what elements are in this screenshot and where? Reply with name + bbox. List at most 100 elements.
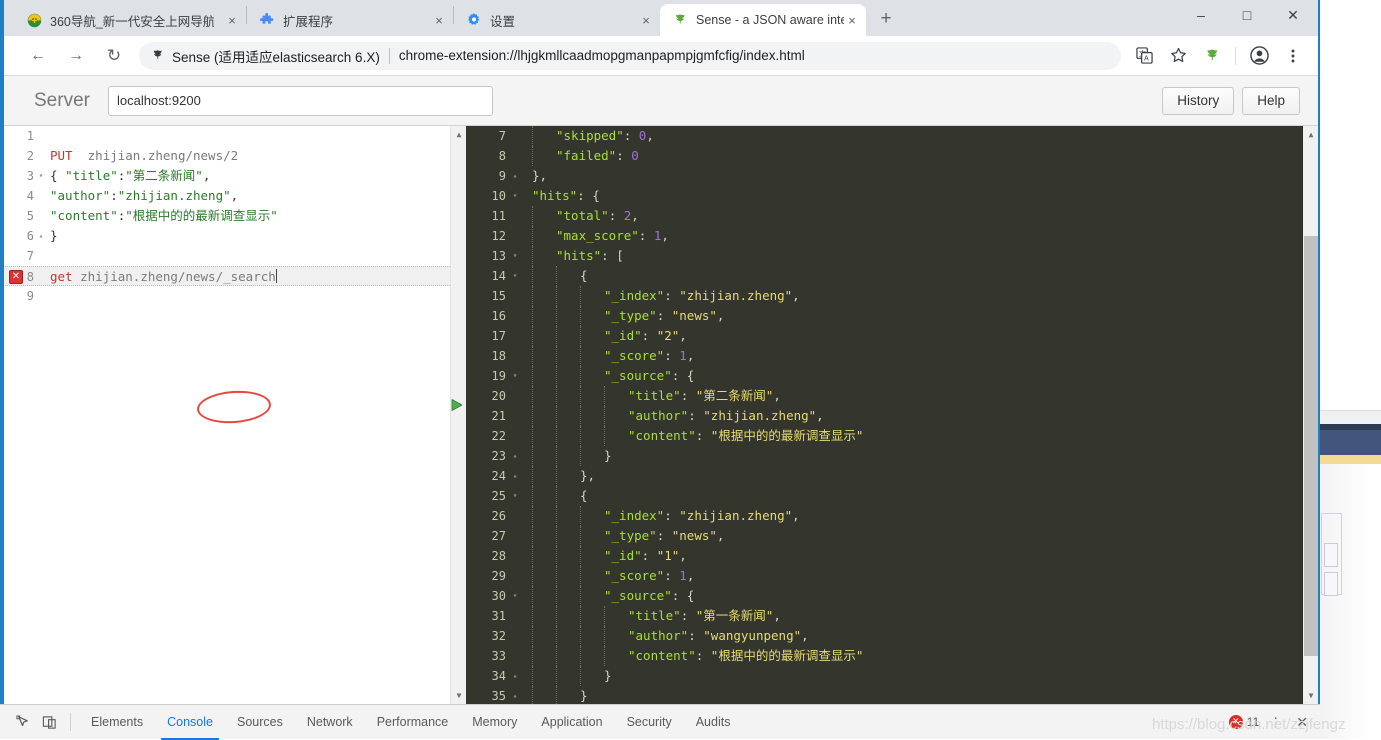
- fold-toggle-icon[interactable]: ▴: [510, 446, 520, 466]
- code-token: :: [623, 128, 639, 143]
- background-window-body: [1318, 464, 1381, 739]
- fold-toggle-icon[interactable]: ▾: [510, 246, 520, 266]
- fold-toggle-icon[interactable]: ▴: [510, 666, 520, 686]
- devtools-tab-application[interactable]: Application: [529, 705, 614, 740]
- devtools-tab-elements[interactable]: Elements: [79, 705, 155, 740]
- code-token: "total": [556, 208, 609, 223]
- indent-guide: [532, 386, 556, 406]
- browser-tab-0[interactable]: 360导航_新一代安全上网导航 ×: [14, 4, 246, 36]
- scroll-up-icon[interactable]: ▲: [451, 126, 466, 143]
- address-bar[interactable]: Sense (适用适应elasticsearch 6.X) chrome-ext…: [139, 41, 1121, 70]
- devtools-kebab-menu-icon[interactable]: ⋮: [1265, 716, 1286, 729]
- fold-toggle-icon[interactable]: ▴: [510, 466, 520, 486]
- response-line: 32 "author": "wangyunpeng",: [466, 626, 1318, 646]
- close-tab-icon[interactable]: ×: [431, 12, 447, 28]
- run-request-icon[interactable]: [450, 397, 464, 411]
- fold-toggle-icon[interactable]: ▴: [510, 686, 520, 704]
- scroll-up-icon[interactable]: ▲: [1303, 126, 1318, 143]
- indent-guide: [532, 566, 556, 586]
- new-tab-button[interactable]: +: [872, 5, 900, 33]
- error-icon: ✕: [1228, 715, 1243, 729]
- close-tab-icon[interactable]: ×: [638, 12, 654, 28]
- indent-guide: [556, 686, 580, 704]
- close-tab-icon[interactable]: ×: [844, 12, 860, 28]
- sense-leaf-icon: [672, 12, 688, 28]
- code-token: :: [110, 188, 118, 203]
- inspect-element-icon[interactable]: [10, 709, 36, 735]
- request-line[interactable]: ✕ 8 get zhijian.zheng/news/_search: [0, 266, 466, 286]
- line-number: 32: [491, 629, 506, 643]
- response-viewer[interactable]: 7 "skipped": 0, 8 "failed": 0 9 ▴}, 10 ▾ "hits":…: [466, 126, 1318, 704]
- request-line[interactable]: 2 PUT zhijian.zheng/news/2: [0, 146, 466, 166]
- line-number: 2: [26, 149, 34, 163]
- response-line: 31 "title": "第一条新闻",: [466, 606, 1318, 626]
- line-number: 31: [491, 609, 506, 623]
- indent-guide: [580, 666, 604, 686]
- fold-toggle-icon[interactable]: ▴: [510, 166, 520, 186]
- scroll-down-icon[interactable]: ▼: [1303, 687, 1318, 704]
- error-count-badge[interactable]: ✕ 11: [1228, 715, 1259, 729]
- star-icon[interactable]: [1165, 43, 1191, 69]
- help-button[interactable]: Help: [1242, 86, 1300, 115]
- devtools-tab-security[interactable]: Security: [615, 705, 684, 740]
- device-toolbar-icon[interactable]: [36, 709, 62, 735]
- close-tab-icon[interactable]: ×: [224, 12, 240, 28]
- fold-toggle-icon[interactable]: ▾: [510, 266, 520, 286]
- history-button[interactable]: History: [1162, 86, 1235, 115]
- devtools-tab-performance[interactable]: Performance: [365, 705, 461, 740]
- line-number: 28: [491, 549, 506, 563]
- response-viewer-scrollbar[interactable]: ▲ ▼: [1302, 126, 1318, 704]
- profile-avatar-icon[interactable]: [1246, 43, 1272, 69]
- kebab-menu-icon[interactable]: [1280, 43, 1306, 69]
- request-line[interactable]: 7: [0, 246, 466, 266]
- devtools-tab-memory[interactable]: Memory: [460, 705, 529, 740]
- indent-guide: [604, 626, 628, 646]
- request-editor[interactable]: 1 2 PUT zhijian.zheng/news/2 3 ▾ { "title": "第…: [0, 126, 466, 704]
- request-line[interactable]: 3 ▾{ "title":"第二条新闻",: [0, 166, 466, 186]
- fold-toggle-icon[interactable]: ▾: [36, 166, 46, 186]
- browser-tab-title: Sense - a JSON aware interface: [696, 13, 844, 27]
- scrollbar-thumb[interactable]: [1304, 236, 1318, 656]
- browser-tab-3[interactable]: Sense - a JSON aware interface ×: [660, 4, 866, 36]
- indent-guide: [580, 566, 604, 586]
- code-token: zhijian.zheng/news/_search: [80, 269, 276, 284]
- reload-button[interactable]: ↻: [100, 42, 128, 70]
- fold-toggle-icon[interactable]: ▾: [510, 186, 520, 206]
- response-line: 25 ▾ {: [466, 486, 1318, 506]
- devtools-close-icon[interactable]: ✕: [1292, 714, 1312, 731]
- fold-toggle-icon[interactable]: ▾: [510, 586, 520, 606]
- sense-extension-icon[interactable]: [1199, 43, 1225, 69]
- code-token: "failed": [556, 148, 617, 163]
- code-token: },: [580, 468, 596, 483]
- close-window-button[interactable]: ✕: [1270, 0, 1316, 30]
- server-input[interactable]: [107, 85, 493, 116]
- devtools-tab-console[interactable]: Console: [155, 705, 225, 740]
- fold-toggle-icon[interactable]: ▴: [36, 226, 46, 246]
- request-line[interactable]: 5 "content":"根据中的的最新调查显示": [0, 206, 466, 226]
- indent-guide: [532, 666, 556, 686]
- background-window-accent-strip: [1318, 455, 1381, 464]
- code-token: :: [688, 628, 704, 643]
- forward-button[interactable]: →: [62, 42, 90, 70]
- devtools-tab-audits[interactable]: Audits: [684, 705, 743, 740]
- minimize-button[interactable]: –: [1178, 0, 1224, 30]
- request-line[interactable]: 6 ▴}: [0, 226, 466, 246]
- translate-icon[interactable]: 文A: [1131, 43, 1157, 69]
- indent-guide: [604, 386, 628, 406]
- request-editor-scrollbar[interactable]: ▲ ▼: [450, 126, 466, 704]
- browser-tab-1[interactable]: 扩展程序 ×: [247, 4, 453, 36]
- devtools-tab-network[interactable]: Network: [295, 705, 365, 740]
- scroll-down-icon[interactable]: ▼: [451, 687, 466, 704]
- fold-toggle-icon[interactable]: ▾: [510, 486, 520, 506]
- request-line[interactable]: 4 "author":"zhijian.zheng",: [0, 186, 466, 206]
- fold-toggle-icon[interactable]: ▾: [510, 366, 520, 386]
- line-number: 35: [491, 689, 506, 703]
- back-button[interactable]: ←: [24, 42, 52, 70]
- browser-tab-2[interactable]: 设置 ×: [454, 4, 660, 36]
- devtools-tab-sources[interactable]: Sources: [225, 705, 295, 740]
- line-number: 10: [491, 189, 506, 203]
- maximize-button[interactable]: □: [1224, 0, 1270, 30]
- indent-guide: [532, 526, 556, 546]
- request-line[interactable]: 1: [0, 126, 466, 146]
- request-line[interactable]: 9: [0, 286, 466, 306]
